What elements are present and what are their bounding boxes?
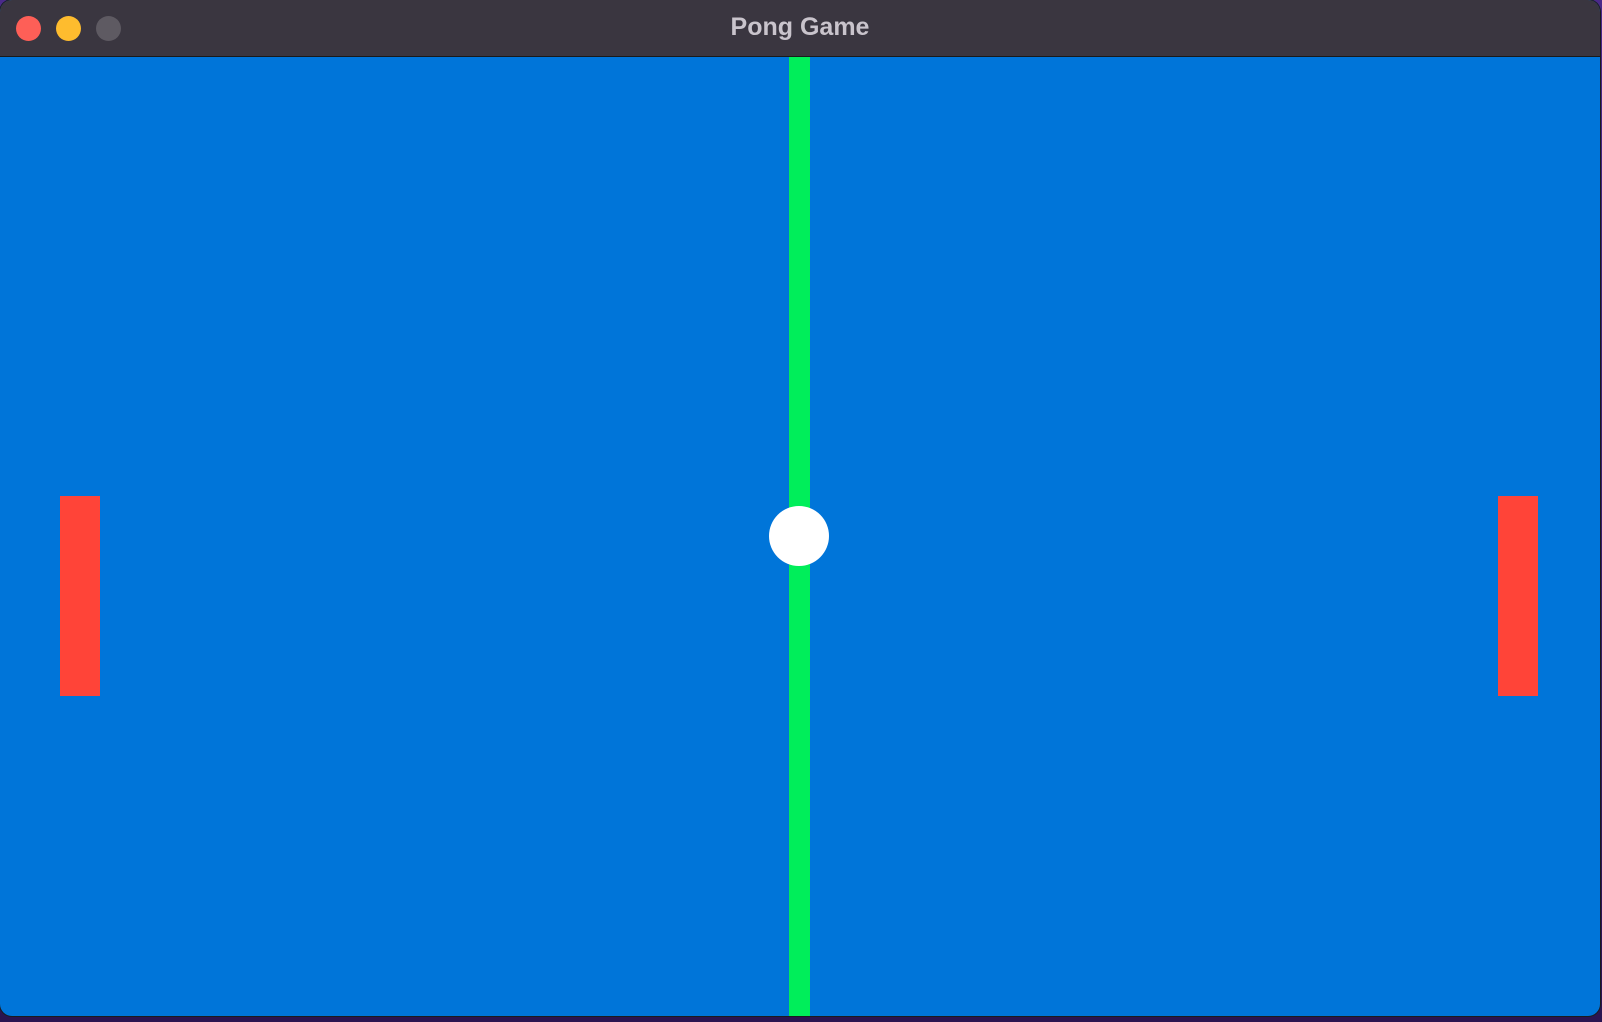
- desktop-background: Pong Game: [0, 0, 1602, 1022]
- play-field[interactable]: [0, 57, 1600, 1016]
- title-bar[interactable]: Pong Game: [0, 0, 1600, 57]
- window-title: Pong Game: [730, 13, 870, 41]
- left-paddle: [60, 496, 100, 696]
- right-paddle: [1498, 496, 1538, 696]
- game-window: Pong Game: [0, 0, 1600, 1016]
- ball: [769, 506, 829, 566]
